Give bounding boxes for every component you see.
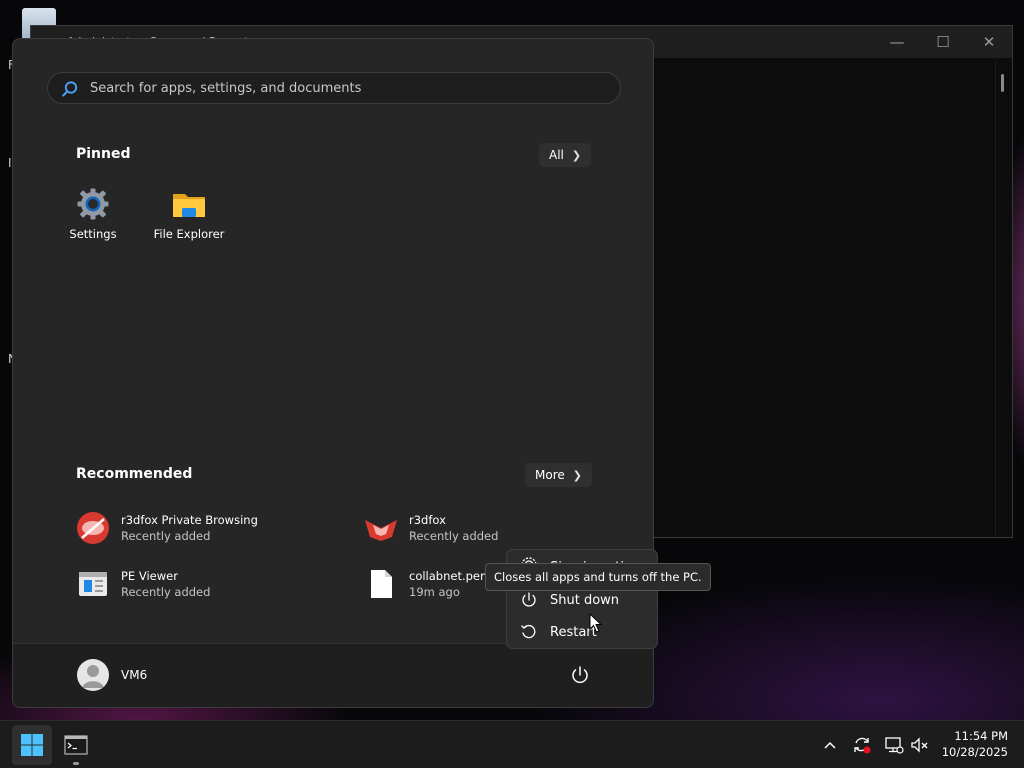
tray-overflow-chevron-up-icon[interactable] xyxy=(818,733,842,757)
minimize-button[interactable]: — xyxy=(874,26,920,58)
restart-item[interactable]: Restart xyxy=(511,617,653,647)
command-prompt-taskbar-button[interactable] xyxy=(56,725,96,765)
taskbar: 11:54 PM 10/28/2025 xyxy=(0,720,1024,768)
recommended-item[interactable]: collabnet.pem 19m ago xyxy=(364,564,491,604)
recommended-item[interactable]: r3dfox Recently added xyxy=(364,508,498,548)
search-box[interactable] xyxy=(47,72,621,104)
shut-down-tooltip: Closes all apps and turns off the PC. xyxy=(485,563,711,591)
recommended-title: Recommended xyxy=(76,466,193,482)
recommended-item-subtitle: Recently added xyxy=(121,585,211,599)
clock-time: 11:54 PM xyxy=(954,729,1008,743)
pinned-app-label: File Explorer xyxy=(153,227,225,241)
windows-logo-icon xyxy=(21,734,43,756)
chevron-right-icon: ❯ xyxy=(572,468,582,482)
pinned-title: Pinned xyxy=(76,146,131,162)
all-apps-label: All xyxy=(549,148,564,162)
network-icon[interactable] xyxy=(882,733,906,757)
more-label: More xyxy=(535,468,565,482)
all-apps-button[interactable]: All ❯ xyxy=(539,143,592,167)
recommended-item-name: PE Viewer xyxy=(121,569,178,583)
search-icon xyxy=(62,81,78,97)
r3dfox-icon xyxy=(364,511,398,545)
clock-date: 10/28/2025 xyxy=(941,745,1008,759)
recommended-item[interactable]: PE Viewer Recently added xyxy=(76,564,210,604)
pinned-app-file-explorer[interactable]: File Explorer xyxy=(141,187,237,249)
recommended-item-subtitle: 19m ago xyxy=(409,585,460,599)
taskbar-clock[interactable]: 11:54 PM 10/28/2025 xyxy=(942,728,1008,760)
avatar[interactable] xyxy=(77,659,109,691)
recommended-item-name: r3dfox xyxy=(409,513,446,527)
r3dfox-private-icon xyxy=(76,511,110,545)
terminal-scrollbar[interactable] xyxy=(1001,74,1004,92)
terminal-scroll-track xyxy=(995,62,996,537)
pe-viewer-icon xyxy=(76,567,110,601)
settings-gear-icon xyxy=(77,188,109,220)
restart-icon xyxy=(521,624,536,639)
power-icon xyxy=(522,592,536,607)
start-footer: VM6 xyxy=(13,643,653,707)
pinned-app-settings[interactable]: Settings xyxy=(45,187,141,249)
volume-muted-icon[interactable] xyxy=(908,733,932,757)
power-item-label: Shut down xyxy=(550,592,620,608)
file-icon xyxy=(364,567,398,601)
recommended-item[interactable]: r3dfox Private Browsing Recently added xyxy=(76,508,258,548)
start-button[interactable] xyxy=(12,725,52,765)
recommended-item-name: r3dfox Private Browsing xyxy=(121,513,258,527)
desktop-label-fragment: I xyxy=(8,156,12,170)
maximize-button[interactable]: ☐ xyxy=(920,26,966,58)
mouse-cursor-icon xyxy=(589,613,602,633)
sync-status-icon[interactable] xyxy=(850,733,874,757)
command-prompt-icon xyxy=(64,735,88,755)
recommended-item-name: collabnet.pem xyxy=(409,569,492,583)
close-button[interactable]: ✕ xyxy=(966,26,1012,58)
folder-icon xyxy=(173,194,205,217)
recommended-item-subtitle: Recently added xyxy=(409,529,499,543)
chevron-right-icon: ❯ xyxy=(571,148,582,162)
pinned-app-label: Settings xyxy=(69,227,117,241)
recommended-item-subtitle: Recently added xyxy=(121,529,211,543)
user-name[interactable]: VM6 xyxy=(121,668,147,682)
more-button[interactable]: More ❯ xyxy=(525,463,592,487)
search-input[interactable] xyxy=(90,73,610,103)
running-indicator xyxy=(73,762,79,765)
user-icon xyxy=(82,665,104,688)
power-icon[interactable] xyxy=(569,664,591,686)
